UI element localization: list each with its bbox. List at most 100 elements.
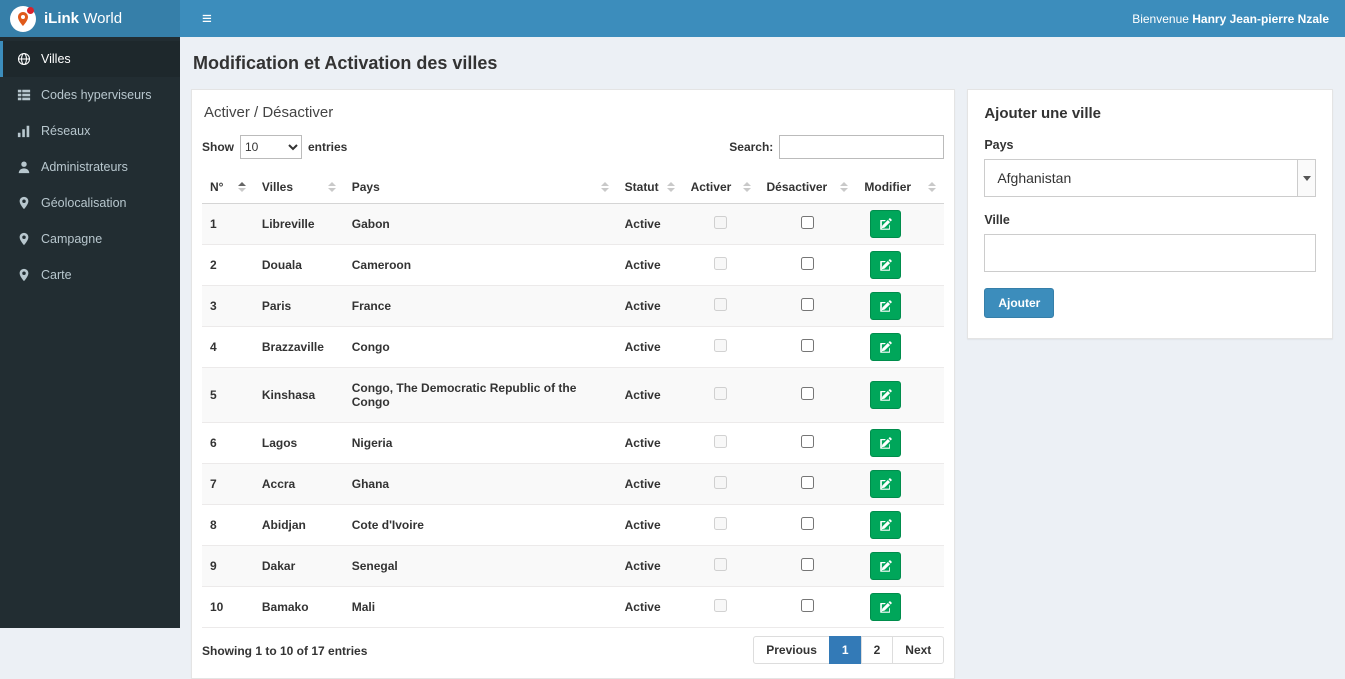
pays-label: Pays [984, 138, 1014, 152]
sort-icon [928, 182, 937, 192]
column-header-num[interactable]: N° [202, 171, 254, 204]
brand-logo[interactable]: iLink World [0, 0, 180, 37]
table-row: 3 Paris France Active [202, 285, 945, 327]
desactiver-cell [758, 545, 857, 587]
desactiver-checkbox[interactable] [800, 599, 814, 612]
table-header-row: N° Villes Pays Statut Activer Désactiver… [202, 171, 945, 204]
edit-button[interactable] [870, 429, 902, 457]
column-header-desactiver[interactable]: Désactiver [758, 171, 857, 204]
edit-pencil-icon [880, 217, 893, 230]
row-number-cell: 2 [202, 244, 254, 286]
edit-button[interactable] [870, 333, 902, 361]
statut-cell: Active [616, 545, 683, 587]
activer-cell [682, 586, 759, 628]
sidebar-item-administrateurs[interactable]: Administrateurs [0, 149, 180, 185]
activer-cell [682, 285, 759, 327]
column-header-pays[interactable]: Pays [343, 171, 617, 204]
activer-checkbox[interactable] [714, 257, 728, 270]
activer-checkbox[interactable] [714, 216, 728, 229]
desactiver-checkbox[interactable] [800, 517, 814, 530]
desactiver-checkbox[interactable] [800, 339, 814, 352]
pays-cell: Cote d'Ivoire [343, 504, 617, 546]
sidebar-item-villes[interactable]: Villes [0, 41, 180, 77]
edit-pencil-icon [880, 299, 893, 312]
edit-button[interactable] [870, 381, 902, 409]
ville-input[interactable] [984, 234, 1316, 272]
edit-button[interactable] [870, 593, 902, 621]
desactiver-cell [758, 586, 857, 628]
pays-cell: Congo, The Democratic Republic of the Co… [343, 367, 617, 423]
activer-checkbox[interactable] [714, 298, 728, 311]
desactiver-checkbox[interactable] [800, 257, 814, 270]
activer-checkbox[interactable] [714, 476, 728, 489]
column-header-villes[interactable]: Villes [253, 171, 344, 204]
sidebar-item-label: Villes [41, 52, 71, 66]
table-row: 6 Lagos Nigeria Active [202, 422, 945, 464]
edit-button[interactable] [870, 552, 902, 580]
edit-button[interactable] [870, 470, 902, 498]
sidebar-item-label: Campagne [41, 232, 103, 246]
modifier-cell [856, 203, 945, 245]
welcome-text: Bienvenue Hanry Jean-pierre Nzale [1132, 12, 1329, 26]
desactiver-checkbox[interactable] [800, 476, 814, 489]
map-marker-icon [19, 196, 29, 210]
column-header-statut[interactable]: Statut [616, 171, 683, 204]
column-header-activer[interactable]: Activer [682, 171, 759, 204]
row-number-cell: 10 [202, 586, 254, 628]
sidebar-item-geolocalisation[interactable]: Géolocalisation [0, 185, 180, 221]
search-input[interactable] [779, 135, 945, 159]
ville-cell: Libreville [253, 203, 344, 245]
sidebar-item-campagne[interactable]: Campagne [0, 221, 180, 257]
ville-cell: Dakar [253, 545, 344, 587]
activer-checkbox[interactable] [714, 558, 728, 571]
villes-table-panel: Activer / Désactiver Show 10 entries Sea… [191, 89, 956, 679]
desactiver-checkbox[interactable] [800, 387, 814, 400]
pagination-next[interactable]: Next [892, 636, 945, 664]
activer-cell [682, 367, 759, 423]
pagination-previous[interactable]: Previous [753, 636, 830, 664]
sidebar-item-label: Géolocalisation [41, 196, 127, 210]
ajouter-button[interactable]: Ajouter [984, 288, 1055, 318]
statut-cell: Active [616, 285, 683, 327]
table-row: 9 Dakar Senegal Active [202, 545, 945, 587]
pagination-page-1[interactable]: 1 [828, 636, 862, 664]
pays-cell: Nigeria [343, 422, 617, 464]
column-header-modifier[interactable]: Modifier [856, 171, 945, 204]
desactiver-cell [758, 244, 857, 286]
entries-select[interactable]: 10 [240, 135, 302, 159]
pagination-page-2[interactable]: 2 [860, 636, 894, 664]
desactiver-checkbox[interactable] [800, 216, 814, 229]
ilink-logo-icon [10, 5, 36, 32]
activer-checkbox[interactable] [714, 435, 728, 448]
sidebar-item-reseaux[interactable]: Réseaux [0, 113, 180, 149]
add-panel-title: Ajouter une ville [984, 105, 1102, 122]
activer-checkbox[interactable] [714, 339, 728, 352]
modifier-cell [856, 326, 945, 368]
desactiver-checkbox[interactable] [800, 435, 814, 448]
search-label: Search: [729, 140, 774, 154]
edit-button[interactable] [870, 210, 902, 238]
edit-button[interactable] [870, 292, 902, 320]
sidebar: Villes Codes hyperviseurs Réseaux Admini… [0, 37, 180, 628]
edit-button[interactable] [870, 251, 902, 279]
sidebar-toggle-button[interactable]: ≡ [196, 6, 218, 31]
sidebar-item-codes-hyperviseurs[interactable]: Codes hyperviseurs [0, 77, 180, 113]
edit-button[interactable] [870, 511, 902, 539]
row-number-cell: 1 [202, 203, 254, 245]
activer-checkbox[interactable] [714, 599, 728, 612]
pays-select[interactable]: Afghanistan [984, 159, 1316, 197]
sidebar-item-carte[interactable]: Carte [0, 257, 180, 293]
user-icon [18, 161, 30, 174]
modifier-cell [856, 504, 945, 546]
main-content: Modification et Activation des villes Ac… [180, 37, 1345, 679]
activer-checkbox[interactable] [714, 387, 728, 400]
desactiver-checkbox[interactable] [800, 558, 814, 571]
ville-cell: Brazzaville [253, 326, 344, 368]
activer-checkbox[interactable] [714, 517, 728, 530]
modifier-cell [856, 545, 945, 587]
table-row: 1 Libreville Gabon Active [202, 203, 945, 245]
statut-cell: Active [616, 463, 683, 505]
sort-icon [237, 182, 246, 192]
row-number-cell: 3 [202, 285, 254, 327]
desactiver-checkbox[interactable] [800, 298, 814, 311]
